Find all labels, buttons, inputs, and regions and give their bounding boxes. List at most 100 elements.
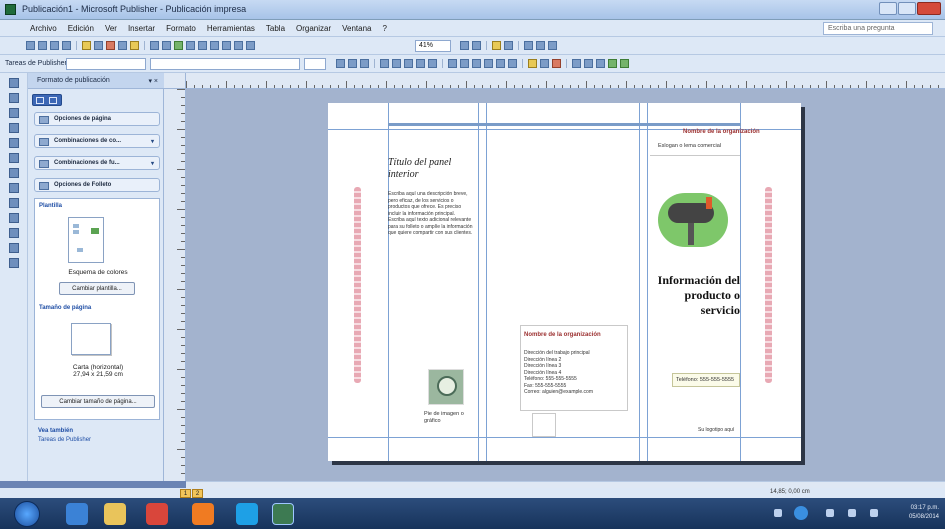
back-org-name[interactable]: Nombre de la organización bbox=[524, 332, 601, 338]
publisher-taskbar-icon[interactable] bbox=[272, 503, 294, 525]
menu-item[interactable]: Tabla bbox=[266, 24, 285, 33]
section-page-options[interactable]: Opciones de página bbox=[34, 112, 160, 126]
cut-icon[interactable] bbox=[106, 41, 115, 50]
line-tool-icon[interactable] bbox=[9, 153, 19, 163]
hyperlink-icon[interactable] bbox=[222, 41, 231, 50]
menu-item[interactable]: Archivo bbox=[30, 24, 57, 33]
arrow-icon[interactable] bbox=[504, 41, 513, 50]
chrome-icon[interactable] bbox=[146, 503, 168, 525]
align-center-icon[interactable] bbox=[392, 59, 401, 68]
maximize-button[interactable] bbox=[898, 2, 916, 15]
logo-placeholder[interactable] bbox=[532, 413, 556, 437]
firefox-icon[interactable] bbox=[192, 503, 214, 525]
style-combo[interactable] bbox=[66, 58, 146, 70]
fill-color-icon[interactable] bbox=[528, 59, 537, 68]
justify-icon[interactable] bbox=[416, 59, 425, 68]
picture-frame-icon[interactable] bbox=[9, 138, 19, 148]
shrink-font-icon[interactable] bbox=[508, 59, 517, 68]
menu-item[interactable]: Herramientas bbox=[207, 24, 255, 33]
copy-icon[interactable] bbox=[118, 41, 127, 50]
spelling-icon[interactable] bbox=[82, 41, 91, 50]
explorer-icon[interactable] bbox=[104, 503, 126, 525]
clock-clipart[interactable] bbox=[428, 369, 464, 405]
redo-icon[interactable] bbox=[162, 41, 171, 50]
tray-battery-icon[interactable] bbox=[870, 509, 878, 517]
table-icon[interactable] bbox=[210, 41, 219, 50]
align-right-icon[interactable] bbox=[404, 59, 413, 68]
front-title[interactable]: Información del producto o servicio bbox=[650, 273, 740, 318]
send-back-icon[interactable] bbox=[186, 41, 195, 50]
distribute-icon[interactable] bbox=[428, 59, 437, 68]
zoom-in-icon[interactable] bbox=[472, 41, 481, 50]
highlight-icon[interactable] bbox=[492, 41, 501, 50]
forward-icon[interactable] bbox=[49, 97, 57, 104]
dash-style-icon[interactable] bbox=[584, 59, 593, 68]
print-icon[interactable] bbox=[62, 41, 71, 50]
start-button[interactable] bbox=[14, 501, 40, 527]
business-info-icon[interactable] bbox=[9, 258, 19, 268]
zoom-combo[interactable]: 41% bbox=[415, 40, 451, 52]
show-boundaries-icon[interactable] bbox=[524, 41, 533, 50]
inner-panel-body[interactable]: Escriba aquí una descripción breve, pero… bbox=[388, 191, 474, 237]
template-thumbnail[interactable] bbox=[68, 217, 104, 263]
menu-item[interactable]: Ventana bbox=[342, 24, 371, 33]
menu-item[interactable]: ? bbox=[383, 24, 387, 33]
text-box-icon[interactable] bbox=[9, 93, 19, 103]
design-gallery-icon[interactable] bbox=[9, 243, 19, 253]
grow-font-icon[interactable] bbox=[496, 59, 505, 68]
tray-network-icon[interactable] bbox=[794, 506, 808, 520]
decrease-indent-icon[interactable] bbox=[472, 59, 481, 68]
rectangle-tool-icon[interactable] bbox=[9, 198, 19, 208]
help-search-input[interactable]: Escriba una pregunta bbox=[823, 22, 933, 35]
horizontal-ruler[interactable] bbox=[186, 73, 945, 89]
publisher-tasks-link[interactable]: Tareas de Publisher bbox=[38, 437, 160, 443]
insert-table-icon[interactable] bbox=[9, 108, 19, 118]
bullets-icon[interactable] bbox=[460, 59, 469, 68]
vertical-ruler[interactable] bbox=[164, 89, 186, 481]
new-icon[interactable] bbox=[26, 41, 35, 50]
horizontal-scrollbar[interactable] bbox=[186, 481, 945, 488]
increase-indent-icon[interactable] bbox=[484, 59, 493, 68]
menu-item[interactable]: Organizar bbox=[296, 24, 331, 33]
logo-text[interactable]: Su logotipo aquí bbox=[698, 427, 734, 434]
3d-icon[interactable] bbox=[620, 59, 629, 68]
close-button[interactable] bbox=[917, 2, 941, 15]
special-chars-icon[interactable] bbox=[246, 41, 255, 50]
front-org-name[interactable]: Nombre de la organización bbox=[683, 129, 760, 135]
baseline-icon[interactable] bbox=[548, 41, 557, 50]
system-clock[interactable]: 03:17 p.m. 05/08/2014 bbox=[909, 504, 939, 522]
bring-front-icon[interactable] bbox=[174, 41, 183, 50]
menu-item[interactable]: Ver bbox=[105, 24, 117, 33]
align-left-icon[interactable] bbox=[380, 59, 389, 68]
front-tagline[interactable]: Eslogan o lema comercial bbox=[658, 143, 740, 150]
change-template-button[interactable]: Cambiar plantilla... bbox=[59, 282, 135, 295]
task-pane-title[interactable]: Formato de publicación bbox=[37, 77, 110, 84]
skype-icon[interactable] bbox=[236, 503, 258, 525]
tasks-label[interactable]: Tareas de Publisher bbox=[5, 60, 67, 67]
oval-tool-icon[interactable] bbox=[9, 183, 19, 193]
arrow-style-icon[interactable] bbox=[596, 59, 605, 68]
tray-arrow-icon[interactable] bbox=[826, 509, 834, 517]
paste-icon[interactable] bbox=[130, 41, 139, 50]
tray-volume-icon[interactable] bbox=[848, 509, 856, 517]
section-brochure-options[interactable]: Opciones de Folleto bbox=[34, 178, 160, 192]
picture-caption[interactable]: Pie de imagen o gráfico bbox=[424, 411, 474, 424]
front-phone-box[interactable]: Teléfono: 555-555-5555 bbox=[672, 373, 740, 387]
change-page-size-button[interactable]: Cambiar tamaño de página... bbox=[41, 395, 155, 408]
underline-icon[interactable] bbox=[360, 59, 369, 68]
tray-flag-icon[interactable] bbox=[774, 509, 782, 517]
menu-item[interactable]: Formato bbox=[166, 24, 196, 33]
font-combo[interactable] bbox=[150, 58, 300, 70]
bold-icon[interactable] bbox=[336, 59, 345, 68]
select-icon[interactable] bbox=[9, 78, 19, 88]
hotspot-icon[interactable] bbox=[9, 228, 19, 238]
zoom-out-icon[interactable] bbox=[460, 41, 469, 50]
save-icon[interactable] bbox=[50, 41, 59, 50]
wordart-icon[interactable] bbox=[9, 123, 19, 133]
line-color-icon[interactable] bbox=[540, 59, 549, 68]
group-icon[interactable] bbox=[198, 41, 207, 50]
columns-icon[interactable] bbox=[234, 41, 243, 50]
back-icon[interactable] bbox=[36, 97, 44, 104]
arrow-tool-icon[interactable] bbox=[9, 168, 19, 178]
page-tab-1[interactable]: 1 bbox=[180, 489, 191, 498]
